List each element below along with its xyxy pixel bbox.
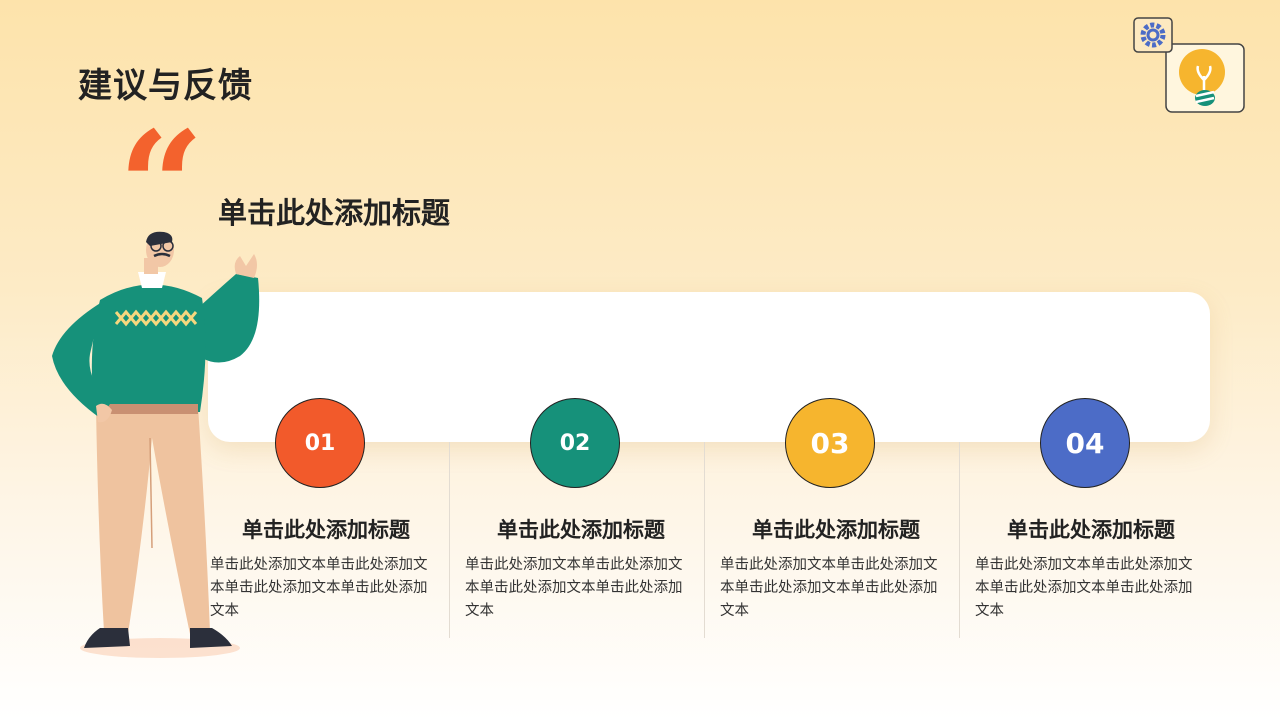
- lightbulb-icon: [1165, 43, 1245, 113]
- number-badge: 04: [1040, 398, 1130, 488]
- number-badge: 01: [275, 398, 365, 488]
- card-3: 03 单击此处添加标题 单击此处添加文本单击此处添加文本单击此处添加文本单击此处…: [718, 398, 972, 638]
- gear-icon: [1133, 17, 1173, 53]
- card-2: 02 单击此处添加标题 单击此处添加文本单击此处添加文本单击此处添加文本单击此处…: [463, 398, 717, 638]
- number-badge: 02: [530, 398, 620, 488]
- subtitle: 单击此处添加标题: [218, 196, 451, 230]
- card-text: 单击此处添加文本单击此处添加文本单击此处添加文本单击此处添加文本: [465, 557, 683, 619]
- card-4: 04 单击此处添加标题 单击此处添加文本单击此处添加文本单击此处添加文本单击此处…: [973, 398, 1227, 638]
- decor-icons: [1128, 14, 1248, 122]
- card-text: 单击此处添加文本单击此处添加文本单击此处添加文本单击此处添加文本: [720, 557, 938, 619]
- number-badge: 03: [785, 398, 875, 488]
- presenter-illustration: [40, 228, 270, 672]
- card-title: 单击此处添加标题: [752, 518, 920, 542]
- card-title: 单击此处添加标题: [497, 518, 665, 542]
- card-title: 单击此处添加标题: [1007, 518, 1175, 542]
- card-text: 单击此处添加文本单击此处添加文本单击此处添加文本单击此处添加文本: [975, 557, 1193, 619]
